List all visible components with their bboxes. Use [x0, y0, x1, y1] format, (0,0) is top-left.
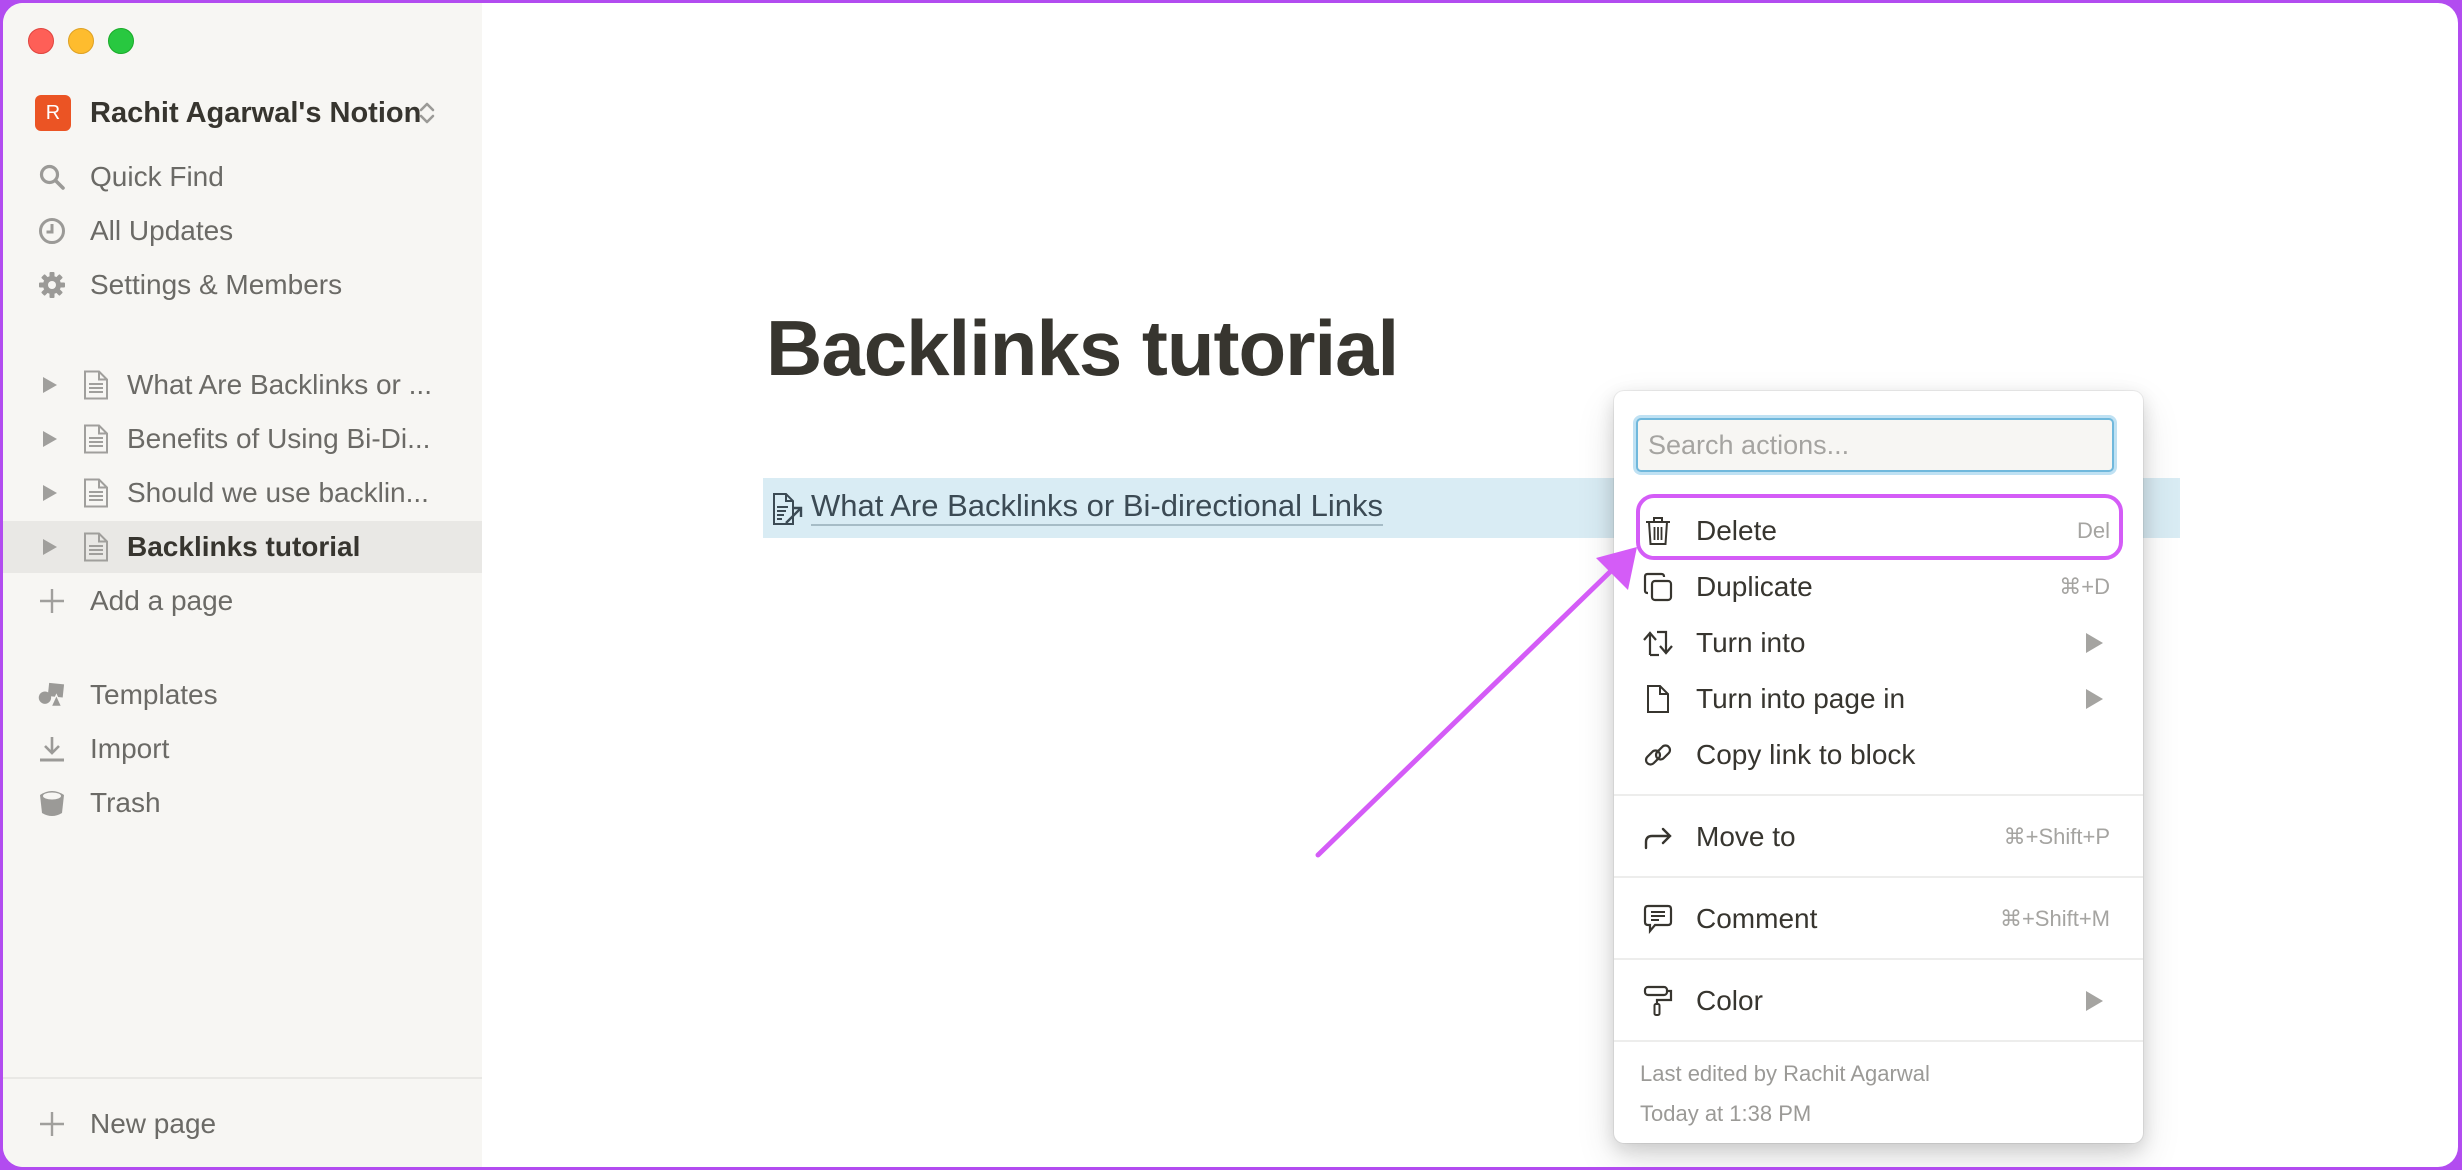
- duplicate-icon: [1641, 570, 1675, 604]
- menu-item-duplicate[interactable]: Duplicate ⌘+D: [1614, 561, 2143, 613]
- search-actions-input[interactable]: [1638, 420, 2112, 470]
- menu-item-label: Comment: [1696, 903, 1818, 934]
- sidebar-item-trash[interactable]: Trash: [3, 777, 482, 829]
- last-edited-time: Today at 1:38 PM: [1640, 1101, 1812, 1126]
- page-icon: [83, 532, 109, 562]
- submenu-arrow-icon: [2086, 991, 2103, 1011]
- import-icon: [37, 734, 67, 764]
- menu-item-label: Turn into page in: [1696, 683, 1906, 714]
- page-icon: [83, 478, 109, 508]
- sidebar-item-quick-find[interactable]: Quick Find: [3, 151, 482, 203]
- sidebar-item-label: Benefits of Using Bi-Di...: [127, 423, 431, 454]
- paint-roller-icon: [1641, 984, 1675, 1018]
- sidebar-item-label: All Updates: [90, 215, 234, 246]
- menu-item-delete[interactable]: Delete Del: [1614, 505, 2143, 557]
- search-icon: [37, 162, 67, 192]
- sidebar-page-item[interactable]: What Are Backlinks or ...: [3, 359, 482, 411]
- sidebar: R Rachit Agarwal's Notion Quick Find All…: [3, 3, 482, 1167]
- menu-item-label: Color: [1696, 985, 1763, 1016]
- sidebar-item-label: Import: [90, 733, 170, 764]
- search-actions-field[interactable]: [1636, 418, 2114, 472]
- expand-toggle-icon[interactable]: [43, 485, 57, 501]
- sidebar-item-templates[interactable]: Templates: [3, 669, 482, 721]
- workspace-name: Rachit Agarwal's Notion: [90, 96, 422, 129]
- menu-divider: [1614, 794, 2143, 796]
- menu-item-move-to[interactable]: Move to ⌘+Shift+P: [1614, 811, 2143, 863]
- menu-divider: [1614, 958, 2143, 960]
- menu-item-color[interactable]: Color: [1614, 975, 2143, 1027]
- menu-item-label: Move to: [1696, 821, 1796, 852]
- plus-icon: [37, 586, 67, 616]
- sidebar-item-label: Add a page: [90, 585, 234, 616]
- sidebar-page-item[interactable]: Benefits of Using Bi-Di...: [3, 413, 482, 465]
- menu-item-label: Turn into: [1696, 627, 1806, 658]
- workspace-switcher[interactable]: R Rachit Agarwal's Notion: [3, 87, 482, 139]
- sidebar-item-all-updates[interactable]: All Updates: [3, 205, 482, 257]
- expand-toggle-icon[interactable]: [43, 377, 57, 393]
- new-page-button[interactable]: New page: [3, 1098, 482, 1150]
- close-window-button[interactable]: [28, 28, 54, 54]
- sidebar-item-import[interactable]: Import: [3, 723, 482, 775]
- sidebar-item-label: New page: [90, 1108, 217, 1139]
- sidebar-item-label: Backlinks tutorial: [127, 531, 361, 562]
- menu-item-comment[interactable]: Comment ⌘+Shift+M: [1614, 893, 2143, 945]
- shortcut-label: ⌘+Shift+M: [1999, 906, 2110, 931]
- minimize-window-button[interactable]: [68, 28, 94, 54]
- menu-divider: [1614, 876, 2143, 878]
- turn-into-icon: [1641, 626, 1675, 660]
- sidebar-item-label: Should we use backlin...: [127, 477, 429, 508]
- add-page-button[interactable]: Add a page: [3, 575, 482, 627]
- link-icon: [1641, 738, 1675, 772]
- sidebar-item-label: Trash: [90, 787, 161, 818]
- submenu-arrow-icon: [2086, 689, 2103, 709]
- clock-icon: [37, 216, 67, 246]
- menu-item-label: Copy link to block: [1696, 739, 1916, 770]
- sidebar-item-label: Templates: [90, 679, 218, 710]
- comment-icon: [1641, 902, 1675, 936]
- page-icon: [83, 424, 109, 454]
- sidebar-item-settings[interactable]: Settings & Members: [3, 259, 482, 311]
- sidebar-item-label: What Are Backlinks or ...: [127, 369, 432, 400]
- templates-icon: [37, 680, 67, 710]
- shortcut-label: ⌘+Shift+P: [2003, 824, 2110, 849]
- page-link-text[interactable]: What Are Backlinks or Bi-directional Lin…: [811, 488, 1384, 526]
- chevron-up-down-icon: [417, 99, 437, 127]
- maximize-window-button[interactable]: [108, 28, 134, 54]
- page-icon: [83, 370, 109, 400]
- menu-item-copy-link[interactable]: Copy link to block: [1614, 729, 2143, 781]
- trash-icon: [37, 788, 67, 818]
- menu-divider: [1614, 1040, 2143, 1042]
- menu-item-label: Duplicate: [1696, 571, 1813, 602]
- sidebar-item-label: Settings & Members: [90, 269, 343, 300]
- plus-icon: [37, 1109, 67, 1139]
- workspace-avatar: R: [35, 95, 71, 131]
- trash-icon: [1641, 514, 1675, 548]
- shortcut-label: ⌘+D: [2059, 574, 2110, 599]
- sidebar-item-label: Quick Find: [90, 161, 224, 192]
- submenu-arrow-icon: [2086, 633, 2103, 653]
- page-icon: [1641, 682, 1675, 716]
- page-link-icon: [772, 492, 804, 526]
- move-arrow-icon: [1641, 820, 1675, 854]
- gear-icon: [37, 270, 67, 300]
- block-actions-menu: Delete Del Duplicate ⌘+D Turn into Turn …: [1614, 391, 2143, 1143]
- last-edited-by: Last edited by Rachit Agarwal: [1640, 1061, 1930, 1086]
- shortcut-label: Del: [2076, 518, 2110, 543]
- expand-toggle-icon[interactable]: [43, 431, 57, 447]
- sidebar-page-item[interactable]: Should we use backlin...: [3, 467, 482, 519]
- menu-item-label: Delete: [1696, 515, 1777, 546]
- page-title[interactable]: Backlinks tutorial: [766, 303, 1399, 394]
- menu-item-turn-into-page-in[interactable]: Turn into page in: [1614, 673, 2143, 725]
- menu-item-turn-into[interactable]: Turn into: [1614, 617, 2143, 669]
- sidebar-page-item-selected[interactable]: Backlinks tutorial: [3, 521, 482, 573]
- expand-toggle-icon[interactable]: [43, 539, 57, 555]
- notion-window: R Rachit Agarwal's Notion Quick Find All…: [3, 3, 2458, 1167]
- sidebar-divider: [3, 1077, 482, 1079]
